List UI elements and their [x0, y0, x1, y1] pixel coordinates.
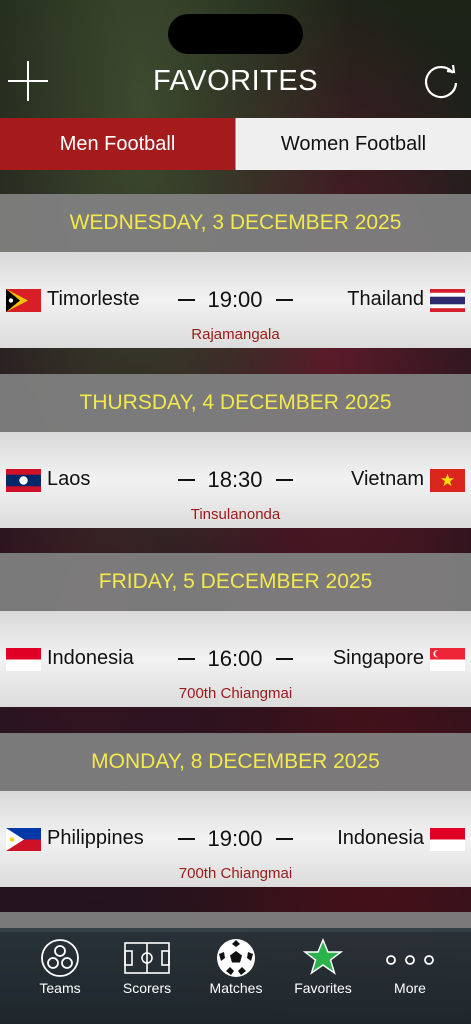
tab-label: Teams — [39, 980, 81, 996]
separator-dash — [178, 658, 195, 660]
separator-dash — [276, 838, 293, 840]
away-team-name: Indonesia — [337, 827, 424, 849]
segment-men-football[interactable]: Men Football — [0, 118, 235, 170]
venue-name: 700th Chiangmai — [178, 865, 293, 882]
match-row[interactable]: Indonesia 16:00 Singapore 700th Chiangma… — [0, 611, 471, 707]
match-row[interactable]: Timorleste 19:00 Thailand Rajamangala — [0, 252, 471, 348]
thailand-flag-icon — [430, 289, 465, 312]
match-row[interactable]: Laos 18:30 Vietnam Tinsulanonda — [0, 432, 471, 528]
match-time: 19:00 — [207, 287, 263, 312]
day-header: MONDAY, 8 DECEMBER 2025 — [0, 733, 471, 791]
separator-dash — [178, 299, 195, 301]
timor-leste-flag-icon — [6, 289, 41, 312]
vietnam-flag-icon — [430, 469, 465, 492]
philippines-flag-icon — [6, 828, 41, 851]
laos-flag-icon — [6, 469, 41, 492]
day-header: FRIDAY, 5 DECEMBER 2025 — [0, 553, 471, 611]
page-title: FAVORITES — [152, 65, 319, 97]
day-header: WEDNESDAY, 3 DECEMBER 2025 — [0, 194, 471, 252]
soccer-ball-icon — [216, 938, 256, 978]
tab-teams[interactable]: Teams — [13, 928, 107, 1024]
home-team-name: Philippines — [47, 827, 144, 849]
tab-label: Matches — [209, 980, 263, 996]
away-team-name: Thailand — [347, 288, 424, 310]
star-icon — [302, 938, 344, 978]
separator-dash — [276, 479, 293, 481]
venue-name: 700th Chiangmai — [178, 685, 293, 702]
separator-dash — [276, 658, 293, 660]
indonesia-flag-icon — [6, 648, 41, 671]
more-dots-icon — [383, 938, 437, 978]
bottom-tab-bar: Teams Scorers Matches Favorites More — [0, 928, 471, 1024]
tab-more[interactable]: More — [363, 928, 457, 1024]
tab-label: Scorers — [122, 980, 172, 996]
separator-dash — [178, 838, 195, 840]
indonesia-flag-icon — [430, 828, 465, 851]
tab-favorites[interactable]: Favorites — [276, 928, 370, 1024]
tab-label: More — [394, 980, 426, 996]
match-time: 18:30 — [207, 467, 263, 492]
away-team-name: Singapore — [332, 647, 424, 669]
home-team-name: Laos — [47, 468, 91, 490]
day-header: THURSDAY, 4 DECEMBER 2025 — [0, 374, 471, 432]
match-time: 19:00 — [207, 826, 263, 851]
nav-header: FAVORITES — [0, 55, 471, 115]
venue-name: Rajamangala — [191, 326, 280, 343]
away-team-name: Vietnam — [350, 468, 424, 490]
separator-dash — [178, 479, 195, 481]
home-team-name: Indonesia — [47, 647, 134, 669]
tab-label: Favorites — [294, 980, 352, 996]
separator-dash — [276, 299, 293, 301]
tab-scorers[interactable]: Scorers — [100, 928, 194, 1024]
match-time: 16:00 — [207, 646, 263, 671]
match-row[interactable]: Philippines 19:00 Indonesia 700th Chiang… — [0, 791, 471, 887]
singapore-flag-icon — [430, 648, 465, 671]
tab-matches[interactable]: Matches — [189, 928, 283, 1024]
refresh-icon[interactable] — [419, 59, 463, 103]
segment-women-football[interactable]: Women Football — [235, 118, 471, 170]
venue-name: Tinsulanonda — [190, 506, 281, 523]
pitch-icon — [124, 938, 170, 978]
teams-icon — [40, 938, 80, 978]
home-team-name: Timorleste — [47, 288, 140, 310]
gender-segmented-control: Men Football Women Football — [0, 118, 471, 170]
device-notch — [168, 14, 303, 54]
